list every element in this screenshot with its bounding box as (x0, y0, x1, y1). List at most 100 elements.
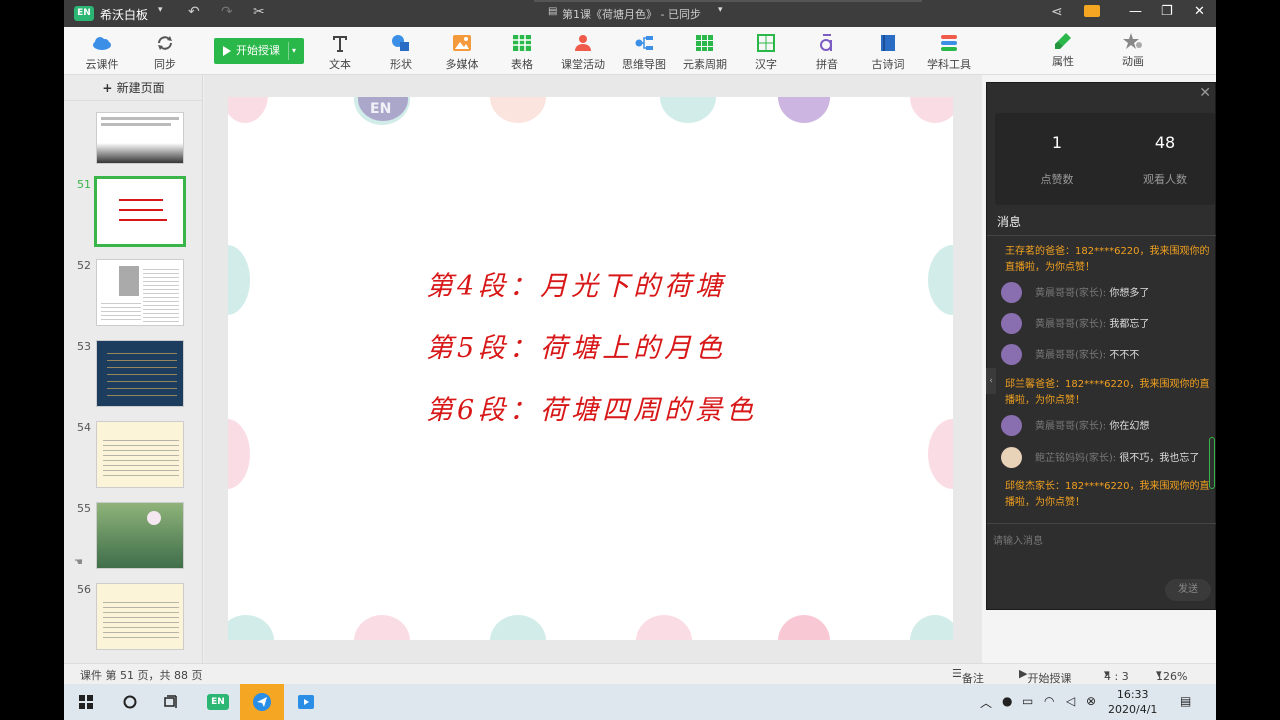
notes-button[interactable]: ☰ 备注 (952, 667, 984, 684)
slide-thumbnail[interactable] (96, 340, 184, 407)
mindmap-icon (635, 36, 653, 50)
tool-ancient-poem[interactable]: 古诗词 (858, 27, 918, 75)
viewers-label: 观看人数 (1143, 173, 1187, 186)
clock-time: 16:33 (1116, 688, 1149, 701)
wifi-icon[interactable]: ◠ (1044, 694, 1054, 708)
tool-class-activity[interactable]: 课堂活动 (553, 27, 613, 75)
send-button[interactable]: 发送 (1165, 579, 1211, 601)
send-arrow-icon (253, 693, 271, 711)
slide-number: 52 (77, 259, 91, 272)
slide-number: 51 (77, 178, 91, 191)
text-icon (333, 36, 347, 52)
decorative-dot (910, 615, 953, 640)
system-message: 邱俊杰家长：182****6220，我来围观你的直播啦，为你点赞！ (1005, 481, 1210, 508)
redo-icon[interactable]: ↷ (221, 4, 233, 20)
tool-chinese-char[interactable]: 汉字 (736, 27, 796, 75)
decorative-dot (228, 245, 250, 315)
slide-thumbnail[interactable] (96, 502, 184, 569)
tab-animation[interactable]: 动画 (1103, 27, 1163, 75)
likes-label: 点赞数 (1040, 173, 1074, 186)
tool-pinyin[interactable]: 拼音 (797, 27, 857, 75)
taskbar-app-active[interactable] (240, 684, 284, 720)
slide-thumbnail[interactable] (96, 421, 184, 488)
tab-properties[interactable]: 属性 (1033, 27, 1093, 75)
star-icon (1123, 33, 1142, 49)
tool-label: 多媒体 (445, 58, 479, 71)
close-window-button[interactable]: ✕ (1194, 4, 1205, 19)
slide-text-line[interactable]: 第6段：荷塘四周的景色 (426, 388, 757, 427)
sync-button[interactable]: 同步 (135, 27, 195, 75)
avatar (1001, 313, 1022, 334)
tray-expand-icon[interactable]: ︿ (980, 694, 992, 711)
decorative-dot (928, 245, 953, 315)
status-bar: 课件 第 51 页，共 88 页 ☰ 备注 ▶ 开始授课 4 : 3 ▾ 126… (64, 663, 1216, 684)
microphone-icon[interactable]: ● (1002, 694, 1012, 708)
tool-label: 学科工具 (927, 58, 971, 71)
slide-canvas[interactable]: EN 第4段：月光下的荷塘 第5段：荷塘上的月色 第6段：荷塘四周的景色 (228, 97, 953, 640)
taskbar-app-whiteboard[interactable]: EN (196, 684, 240, 720)
chat-scrollbar[interactable] (1209, 437, 1215, 489)
slide-thumbnail[interactable] (96, 112, 184, 164)
zoom-select[interactable]: 126% ▾ (1156, 667, 1187, 683)
notification-icon[interactable]: ▤ (1180, 694, 1191, 708)
start-class-label: 开始授课 (236, 44, 280, 57)
start-class-button[interactable]: 开始授课 ▾ (214, 38, 304, 64)
person-icon (575, 35, 591, 51)
search-button[interactable] (108, 684, 152, 720)
tool-shape[interactable]: 形状 (371, 27, 431, 75)
input-method-icon[interactable]: ⊗ (1086, 694, 1096, 708)
document-title[interactable]: 第1课《荷塘月色》 - 已同步 (562, 6, 701, 22)
tool-periodic-table[interactable]: 元素周期 (675, 27, 735, 75)
message-list[interactable]: 王存茗的爸爸：182****6220，我来围观你的直播啦，为你点赞！ 黄晨哥哥(… (987, 235, 1216, 521)
share-icon[interactable]: ⋖ (1051, 4, 1063, 20)
message-author: 黄晨哥哥(家长): 你在幻想 (1035, 421, 1150, 432)
os-taskbar: EN ︿ ● ▭ ◠ ◁ ⊗ 16:33 2020/4/1 ▤ (64, 684, 1216, 720)
clock-date: 2020/4/1 (1108, 703, 1158, 716)
main-toolbar: 云课件 同步 开始授课 ▾ 文本 形状 多媒体 表格 课堂活动 思维导图 元素周… (64, 27, 1216, 75)
slide-thumbnail[interactable] (96, 259, 184, 326)
slide-canvas-area: EN 第4段：月光下的荷塘 第5段：荷塘上的月色 第6段：荷塘四周的景色 (204, 75, 982, 663)
document-icon: ▤ (548, 6, 558, 17)
start-class-status-button[interactable]: ▶ 开始授课 (1019, 667, 1071, 684)
start-class-dropdown-icon[interactable]: ▾ (292, 38, 296, 64)
aspect-ratio-select[interactable]: 4 : 3 ▾ (1104, 667, 1129, 683)
volume-icon[interactable]: ◁ (1066, 694, 1075, 708)
maximize-button[interactable]: ❐ (1161, 4, 1173, 19)
viewers-count: 48 (1154, 133, 1176, 152)
minimize-button[interactable]: — (1129, 4, 1142, 19)
system-clock[interactable]: 16:33 2020/4/1 (1108, 687, 1157, 717)
battery-icon[interactable]: ▭ (1022, 694, 1033, 708)
taskbar-app-player[interactable] (284, 684, 328, 720)
tool-table[interactable]: 表格 (492, 27, 552, 75)
slide-text-line[interactable]: 第5段：荷塘上的月色 (426, 326, 726, 365)
chat-input-area[interactable]: 请输入消息 发送 (987, 523, 1216, 611)
undo-icon[interactable]: ↶ (188, 4, 200, 20)
tool-text[interactable]: 文本 (310, 27, 370, 75)
mail-icon[interactable] (1084, 5, 1100, 17)
tool-mindmap[interactable]: 思维导图 (614, 27, 674, 75)
sync-progress-line (534, 0, 922, 2)
slide-text-line[interactable]: 第4段：月光下的荷塘 (426, 264, 726, 303)
close-icon[interactable]: ✕ (1199, 85, 1211, 101)
slide-number: 54 (77, 421, 91, 434)
doc-title-dropdown-icon[interactable]: ▾ (718, 5, 723, 15)
media-icon (453, 35, 471, 51)
slide-thumbnail-active[interactable] (94, 176, 186, 247)
task-view-button[interactable] (150, 684, 194, 720)
message-author: 鲍芷铭妈妈(家长): 很不巧，我也忘了 (1035, 453, 1200, 464)
app-window: EN 希沃白板 ▾ ↶ ↷ ✂ ▤ 第1课《荷塘月色》 - 已同步 ▾ ⋖ — … (64, 0, 1216, 684)
cloud-courseware-button[interactable]: 云课件 (72, 27, 132, 75)
pinyin-icon (820, 34, 832, 51)
tool-subject-tools[interactable]: 学科工具 (919, 27, 979, 75)
app-menu-dropdown-icon[interactable]: ▾ (158, 5, 163, 15)
new-page-button[interactable]: + 新建页面 (64, 75, 202, 101)
start-menu-button[interactable] (64, 684, 108, 720)
tool-media[interactable]: 多媒体 (432, 27, 492, 75)
annotation-icon[interactable]: ☚ (74, 557, 83, 568)
cut-icon[interactable]: ✂ (253, 4, 265, 20)
cloud-icon (93, 37, 111, 50)
collapse-panel-handle[interactable]: ‹ (986, 368, 996, 394)
start-button-separator (288, 42, 289, 60)
slide-thumbnail[interactable] (96, 583, 184, 650)
tool-label: 古诗词 (871, 58, 905, 71)
